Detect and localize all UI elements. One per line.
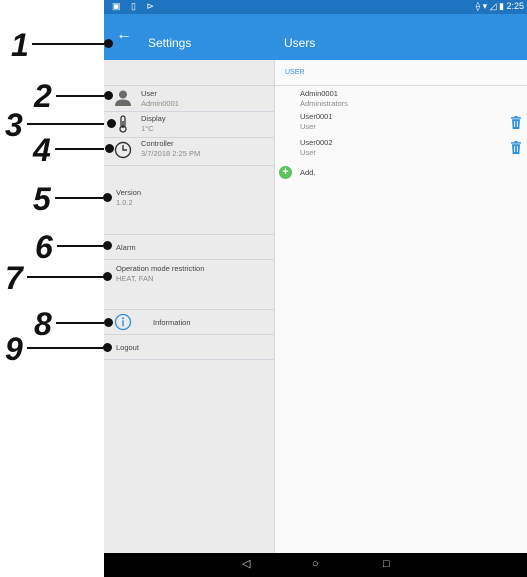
nav-recents-icon[interactable]: □ xyxy=(383,558,390,571)
add-user-label: Add. xyxy=(300,168,316,177)
callout-annotations: 1 2 3 4 5 6 7 8 9 xyxy=(0,0,116,577)
callout-number: 6 xyxy=(35,229,53,265)
callout-number: 5 xyxy=(33,181,51,217)
callout-leader-line xyxy=(55,148,107,150)
callout-leader-line xyxy=(32,43,107,45)
tablet-screen: ▣ ▯ ⊳ ⟠ ▾ ◿ ▮ 2:25 ← Settings Users User… xyxy=(104,0,527,577)
user-role: User xyxy=(300,148,316,157)
status-system-info: ⟠ ▾ ◿ ▮ 2:25 xyxy=(475,1,524,11)
settings-item-label: Controller xyxy=(141,139,174,148)
callout-leader-line xyxy=(27,276,105,278)
plus-icon: + xyxy=(279,166,292,179)
callout-number: 3 xyxy=(5,107,23,143)
nav-back-icon[interactable]: ◁ xyxy=(242,558,250,571)
settings-item-logout[interactable]: Logout xyxy=(104,335,274,359)
settings-item-label: User xyxy=(141,89,157,98)
person-icon xyxy=(115,90,131,106)
callout-dot xyxy=(107,119,116,128)
callout-leader-line xyxy=(56,95,106,97)
callout-leader-line xyxy=(57,245,105,247)
callout-leader-line xyxy=(27,123,109,125)
thermometer-icon xyxy=(119,115,127,133)
callout-dot xyxy=(103,241,112,250)
settings-item-label: Version xyxy=(116,188,142,197)
settings-item-label: Display xyxy=(141,114,166,123)
settings-item-value: 1°C xyxy=(141,124,154,133)
callout-number: 9 xyxy=(5,331,23,367)
status-bar: ▣ ▯ ⊳ ⟠ ▾ ◿ ▮ 2:25 xyxy=(104,0,527,14)
callout-number: 8 xyxy=(34,306,52,342)
user-role: Administrators xyxy=(300,99,348,108)
divider xyxy=(275,85,527,86)
user-name: Admin0001 xyxy=(300,89,338,98)
callout-dot xyxy=(103,272,112,281)
callout-dot xyxy=(103,343,112,352)
nav-home-icon[interactable]: ○ xyxy=(312,558,319,571)
settings-item-user[interactable]: User Admin0001 xyxy=(104,86,274,111)
callout-number: 1 xyxy=(11,27,29,63)
settings-item-label: Alarm xyxy=(116,243,136,252)
callout-leader-line xyxy=(55,197,105,199)
settings-item-information[interactable]: Information xyxy=(104,310,274,334)
trash-icon[interactable] xyxy=(511,116,521,129)
page-title: Settings xyxy=(148,36,192,50)
callout-number: 2 xyxy=(34,78,52,114)
settings-item-operation-mode[interactable]: Operation mode restriction HEAT, FAN xyxy=(104,260,274,309)
user-name: User0002 xyxy=(300,138,333,147)
status-notification-icons: ▣ ▯ ⊳ xyxy=(112,1,158,11)
navigation-bar: ◁ ○ □ xyxy=(104,553,527,577)
callout-leader-line xyxy=(27,347,105,349)
back-arrow-icon[interactable]: ← xyxy=(116,26,132,44)
section-header: USER xyxy=(285,69,305,76)
settings-item-label: Operation mode restriction xyxy=(116,264,205,273)
detail-title: Users xyxy=(284,36,316,50)
app-bar: ← Settings Users xyxy=(104,14,527,60)
settings-item-version: Version 1.0.2 xyxy=(104,166,274,234)
user-role: User xyxy=(300,122,316,131)
settings-item-label: Information xyxy=(153,318,191,327)
settings-item-controller[interactable]: Controller 3/7/2018 2:25 PM xyxy=(104,138,274,165)
callout-number: 4 xyxy=(33,132,51,168)
settings-item-display[interactable]: Display 1°C xyxy=(104,112,274,137)
settings-item-label: Logout xyxy=(116,343,139,352)
callout-dot xyxy=(105,144,114,153)
users-panel: USER Admin0001 Administrators User0001 U… xyxy=(275,60,527,553)
callout-dot xyxy=(104,91,113,100)
trash-icon[interactable] xyxy=(511,141,521,154)
settings-item-alarm[interactable]: Alarm xyxy=(104,235,274,259)
settings-item-value: Admin0001 xyxy=(141,99,179,108)
settings-item-value: 1.0.2 xyxy=(116,198,133,207)
clock-icon xyxy=(114,141,132,159)
callout-leader-line xyxy=(56,322,106,324)
info-icon xyxy=(114,313,132,331)
settings-item-value: 3/7/2018 2:25 PM xyxy=(141,149,201,158)
settings-item-value: HEAT, FAN xyxy=(116,274,154,283)
callout-dot xyxy=(103,193,112,202)
divider xyxy=(104,359,274,360)
user-name: User0001 xyxy=(300,112,333,121)
settings-list: User Admin0001 Display 1°C Controller 3/… xyxy=(104,60,275,553)
callout-number: 7 xyxy=(5,260,23,296)
callout-dot xyxy=(104,39,113,48)
callout-dot xyxy=(104,318,113,327)
